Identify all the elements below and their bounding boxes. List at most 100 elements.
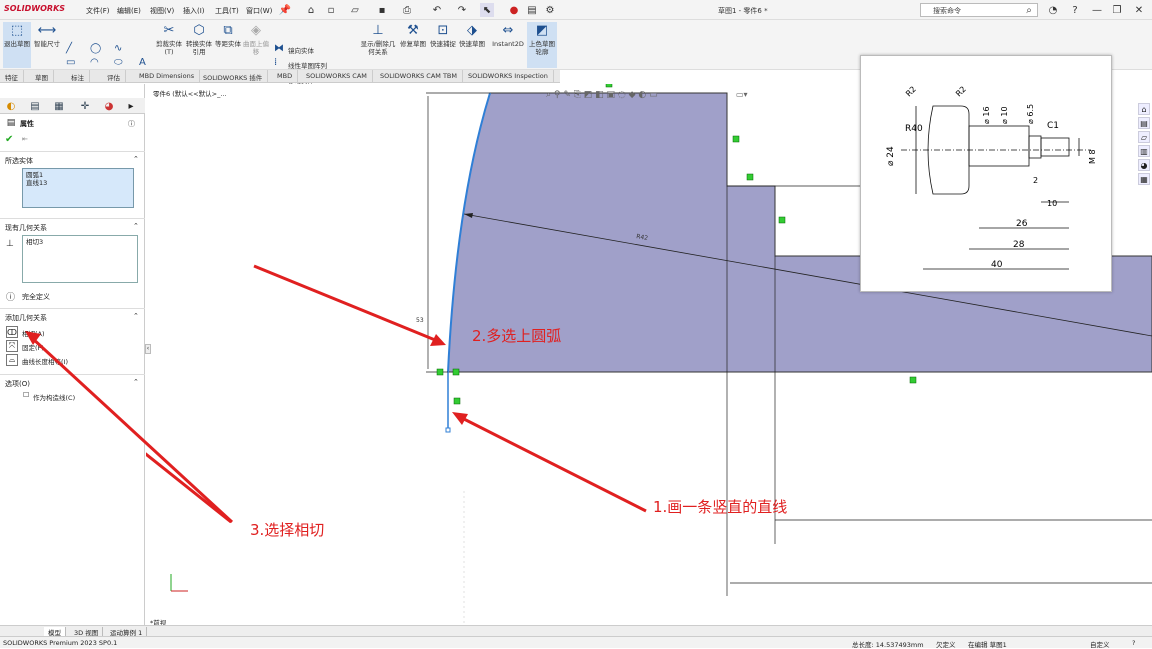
tab-sketch[interactable]: 草图 (30, 70, 54, 83)
tab-solidworks-addins[interactable]: SOLIDWORKS 插件 (198, 70, 269, 83)
shaded-sketch-button[interactable]: ◩ 上色草图轮廓 (527, 22, 557, 68)
vertical-dimension-text[interactable]: 53 (416, 317, 424, 324)
offset-entities-button[interactable]: ⧉ 等距实体 (215, 22, 241, 48)
restore-icon[interactable]: ❐ (1110, 3, 1124, 17)
search-command-input[interactable]: 搜索命令 (920, 3, 1038, 17)
appearances-icon[interactable]: ◕ (1138, 159, 1150, 171)
tab-solidworks-inspection[interactable]: SOLIDWORKS Inspection (463, 70, 554, 83)
pin-icon[interactable]: ⇤ (22, 135, 28, 143)
mirror-entities-button[interactable]: 镜向实体 (288, 45, 314, 55)
smart-dimension-button[interactable]: ⟷ 智能尺寸 (34, 22, 60, 48)
existing-relations-list[interactable]: 相切3 (22, 235, 138, 283)
linear-pattern-icon[interactable]: ⁞ (274, 57, 277, 68)
menu-view[interactable]: 视图(V) (150, 6, 174, 16)
reference-drawing: R2 R2 R40 ⌀ 16 ⌀ 10 ⌀ 6.5 C1 ⌀ 24 M 8 2 … (860, 55, 1112, 292)
repair-label: 修复草图 (400, 40, 426, 48)
mirror-icon[interactable]: ⧓ (274, 43, 284, 54)
line-icon[interactable]: ╱ (66, 43, 72, 54)
undo-icon[interactable]: ↶ (430, 3, 444, 17)
tab-markup[interactable]: 标注 (66, 70, 90, 83)
selected-entities-list[interactable]: 圆弧1 直线13 (22, 168, 134, 208)
tab-evaluate[interactable]: 评估 (102, 70, 126, 83)
menu-insert[interactable]: 插入(I) (183, 6, 205, 16)
circle-icon[interactable]: ◯ (90, 43, 101, 54)
minimize-icon[interactable]: — (1090, 3, 1104, 17)
tab-solidworks-cam-tbm[interactable]: SOLIDWORKS CAM TBM (375, 70, 463, 83)
menu-file[interactable]: 文件(F) (86, 6, 110, 16)
rapid-sketch-icon: ⬗ (467, 23, 477, 38)
display-style-icon[interactable]: ▭▾ (736, 90, 748, 99)
trim-entities-button[interactable]: ✂ 剪裁实体(T) (155, 22, 183, 56)
pin-icon[interactable]: 📌 (278, 3, 292, 17)
relation-marker (909, 376, 917, 384)
rapid-sketch-button[interactable]: ⬗ 快速草图 (459, 22, 485, 48)
list-item[interactable]: 相切3 (26, 238, 134, 246)
offset-on-surface-button[interactable]: ◈ 曲面上偏移 (243, 22, 269, 56)
text-icon[interactable]: A (139, 57, 146, 68)
resources-icon[interactable]: ⌂ (1138, 103, 1150, 115)
exit-sketch-button[interactable]: ⬚ 退出草图 (3, 22, 31, 68)
design-library-icon[interactable]: ▤ (1138, 117, 1150, 129)
instant2d-button[interactable]: ⇔ Instant2D (491, 22, 525, 48)
quick-snaps-label: 快速捕捉 (430, 40, 456, 48)
print-icon[interactable]: ⎙ (400, 3, 414, 17)
list-item[interactable]: 圆弧1 (26, 171, 130, 179)
feature-tree-item[interactable]: 零件6 (默认<<默认>_... (153, 88, 227, 98)
display-manager-icon[interactable]: ◕ (102, 100, 116, 112)
ok-check-icon[interactable]: ✔ (5, 134, 13, 145)
menu-edit[interactable]: 编辑(E) (117, 6, 141, 16)
dim-text: ⌀ 16 (982, 106, 991, 124)
rectangle-icon[interactable]: ▭ (66, 57, 75, 68)
property-manager-icon[interactable]: ▤ (28, 100, 42, 112)
solidworks-logo: SOLIDWORKS (4, 4, 66, 13)
select-icon[interactable]: ⬉ (480, 3, 494, 17)
tab-mbd[interactable]: MBD (272, 70, 299, 83)
tab-features[interactable]: 特征 (0, 70, 24, 83)
menu-window[interactable]: 窗口(W) (246, 6, 272, 16)
view-palette-icon[interactable]: ▥ (1138, 145, 1150, 157)
display-relations-button[interactable]: ⊥ 显示/删除几何关系 (360, 22, 396, 56)
feature-manager-icon[interactable]: ◐ (4, 100, 18, 112)
dim-text: ⌀ 10 (1000, 106, 1009, 124)
arc-icon[interactable]: ◠ (90, 57, 99, 68)
redo-icon[interactable]: ↷ (455, 3, 469, 17)
configuration-manager-icon[interactable]: ▦ (52, 100, 66, 112)
view-toolbar[interactable]: ⌕ ⚲ ✎ ⎘ ◩ ◧ ▣ ◌ ◆ ◐ ▭ (546, 90, 658, 100)
save-icon[interactable]: ▪ (375, 3, 389, 17)
help-icon[interactable]: ? (1068, 3, 1082, 17)
convert-entities-button[interactable]: ⬡ 转换实体引用 (185, 22, 213, 56)
custom-properties-icon[interactable]: ▦ (1138, 173, 1150, 185)
list-item[interactable]: 直线13 (26, 179, 130, 187)
repair-sketch-button[interactable]: ⚒ 修复草图 (399, 22, 427, 48)
file-properties-icon[interactable]: ▤ (525, 3, 539, 17)
dim-text: 10 (1047, 199, 1057, 208)
ellipse-icon[interactable]: ⬭ (114, 57, 123, 68)
offset-label: 等距实体 (215, 40, 241, 48)
menu-tools[interactable]: 工具(T) (215, 6, 239, 16)
snap-icon: ⊡ (437, 23, 449, 38)
linear-pattern-button[interactable]: 线性草图阵列 (288, 60, 327, 70)
home-icon[interactable]: ⌂ (304, 3, 318, 17)
dim-text: R2 (954, 85, 968, 99)
new-icon[interactable]: ▫ (324, 3, 338, 17)
spline-icon[interactable]: ∿ (114, 43, 122, 54)
tab-mbd-dimensions[interactable]: MBD Dimensions (134, 70, 201, 83)
file-explorer-icon[interactable]: ▱ (1138, 131, 1150, 143)
notification-icon[interactable]: ◔ (1046, 3, 1060, 17)
close-icon[interactable]: ✕ (1132, 3, 1146, 17)
quick-snaps-button[interactable]: ⊡ 快速捕捉 (430, 22, 456, 48)
expand-arrow-icon[interactable]: ▸ (124, 100, 138, 112)
search-icon[interactable]: ⌕ (1022, 3, 1036, 17)
dimxpert-icon[interactable]: ✛ (78, 100, 92, 112)
annotation-arrow-3-overlay (25, 331, 234, 524)
collapse-icon[interactable]: ⌃ (133, 155, 139, 163)
tab-solidworks-cam[interactable]: SOLIDWORKS CAM (301, 70, 373, 83)
dim-text: ⌀ 6.5 (1026, 104, 1035, 124)
help-icon[interactable]: ⓘ (128, 119, 135, 129)
rebuild-icon[interactable]: ● (507, 3, 521, 17)
options-gear-icon[interactable]: ⚙ (543, 3, 557, 17)
help-icon[interactable]: ? (1132, 639, 1135, 647)
annotation-arrow-1 (457, 414, 647, 513)
open-icon[interactable]: ▱ (348, 3, 362, 17)
collapse-icon[interactable]: ⌃ (133, 222, 139, 230)
